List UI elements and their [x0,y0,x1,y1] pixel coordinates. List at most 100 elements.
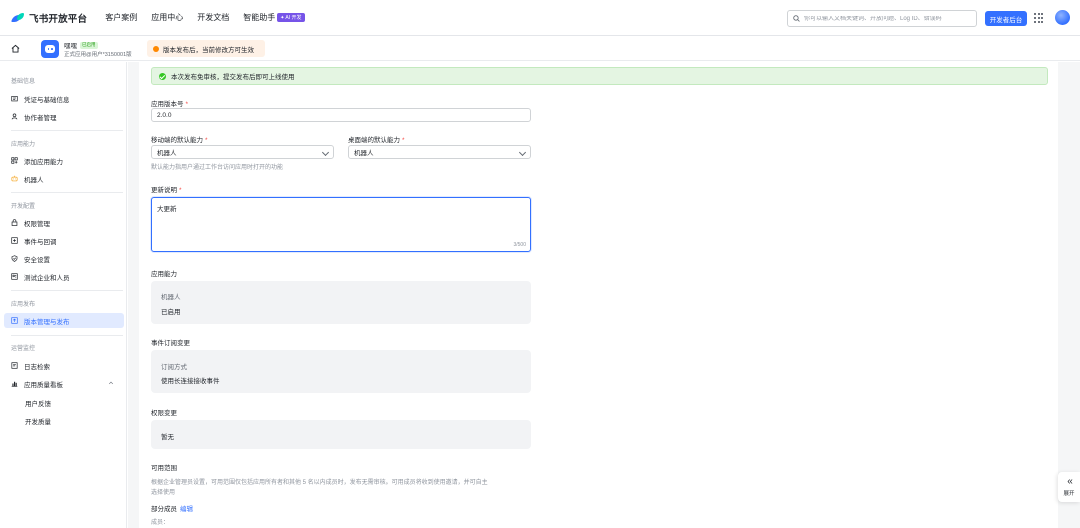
user-icon [11,113,18,120]
default-capability-hint: 默认能力指用户通过工作台访问应用时打开的功能 [151,165,284,171]
permission-box: 暂无 [151,420,531,449]
partial-members-row: 部分成员 编辑 [151,503,193,513]
nav-smart-assistant[interactable]: 智能助手 ✦ AI 开发 [243,12,305,23]
grid-plus-icon [11,157,18,164]
sidebar-divider [11,290,123,291]
members-sublabel: 成员： [151,520,170,526]
nav-customer-cases[interactable]: 客户案例 [105,12,137,23]
event-box: 订阅方式 使用长连接接收事件 [151,350,531,393]
sidebar-divider [11,335,123,336]
sidebar [0,62,127,528]
version-icon [11,317,18,324]
shield-icon [11,255,18,262]
sidebar-item-test-tenants[interactable]: 测试企业和人员 [4,269,124,284]
required-mark: * [205,137,208,144]
mobile-default-select[interactable]: 机器人 [151,145,334,159]
sidebar-item-security[interactable]: 安全设置 [4,251,124,266]
app-status-badge: 已启用 [80,41,98,49]
double-chevron-left-icon: « [1067,476,1072,487]
expand-panel-button[interactable]: « 展开 [1058,472,1080,502]
sidebar-item-label: 添加应用能力 [24,158,63,166]
id-card-icon [11,96,18,102]
sidebar-item-label: 机器人 [24,176,44,184]
lock-icon [11,219,18,226]
sidebar-item-permissions[interactable]: 权限管理 [4,215,124,230]
sidebar-item-credentials[interactable]: 凭证与基础信息 [4,91,124,106]
app-robot-icon [41,40,59,58]
chevron-down-icon [321,148,330,156]
search-icon [793,15,800,22]
test-tenant-icon [11,273,18,280]
event-value: 使用长连接接收事件 [161,378,220,385]
ai-badge: ✦ AI 开发 [277,13,305,22]
check-circle-icon [159,72,166,80]
capability-value: 已启用 [161,309,181,316]
sidebar-item-events[interactable]: 事件与回调 [4,233,124,248]
bar-chart-icon [11,381,18,387]
required-mark: * [185,101,189,108]
sidebar-subitem-user-feedback[interactable]: 用户反馈 [25,398,51,408]
search-box[interactable] [787,10,977,27]
sidebar-item-label: 日志检索 [24,363,50,371]
chevron-up-icon[interactable] [108,380,114,386]
nav-app-center[interactable]: 应用中心 [151,12,183,23]
sidebar-item-label: 事件与回调 [24,238,57,246]
app-grid-icon[interactable] [1034,13,1044,23]
sidebar-item-log-search[interactable]: 日志检索 [4,358,124,373]
edit-members-link[interactable]: 编辑 [180,506,193,513]
update-notes-label: 更新说明 * [151,184,182,194]
update-notes-textarea[interactable]: 大更新 3/500 [151,197,531,252]
developer-console-button[interactable]: 开发者后台 [985,11,1027,26]
sparkle-icon: ✦ [280,14,285,21]
sidebar-subitem-dev-quality[interactable]: 开发质量 [25,416,51,426]
mobile-default-label-text: 移动端的默认能力 [151,137,203,144]
feishu-logo-icon [11,12,25,23]
sidebar-item-quality-dashboard[interactable]: 应用质量看板 [4,376,124,391]
sidebar-item-robot[interactable]: 机器人 [4,171,124,186]
brand-name: 飞书开放平台 [29,13,88,25]
desktop-default-select[interactable]: 机器人 [348,145,531,159]
top-nav: 客户案例 应用中心 开发文档 智能助手 ✦ AI 开发 [105,12,318,23]
sidebar-item-version-management[interactable]: 版本管理与发布 [4,313,124,328]
robot-icon [11,175,18,182]
ai-badge-text: AI 开发 [285,15,302,21]
desktop-default-value: 机器人 [354,150,374,157]
event-icon [11,237,18,244]
sidebar-item-label: 应用质量看板 [24,381,63,389]
sidebar-divider [11,130,123,131]
chevron-down-icon [518,148,527,156]
required-mark: * [179,187,182,194]
partial-members-label: 部分成员 [151,506,177,513]
permission-value: 暂无 [161,434,174,441]
sidebar-item-add-capability[interactable]: 添加应用能力 [4,153,124,168]
brand-logo[interactable]: 飞书开放平台 [11,11,88,25]
scrollbar-track[interactable] [1060,62,1066,528]
nav-dev-docs[interactable]: 开发文档 [197,12,229,23]
user-avatar[interactable] [1055,10,1070,25]
expand-label: 展开 [1063,491,1075,497]
app-description: 正式应用@用户*3150001版 [64,52,132,58]
version-label-text: 应用版本号 [151,101,184,108]
sidebar-section-publish: 应用发布 [11,302,36,308]
desktop-default-label-text: 桌面端的默认能力 [348,137,400,144]
sidebar-item-label: 凭证与基础信息 [24,96,70,104]
sidebar-section-monitoring: 运营监控 [11,346,36,352]
capability-box: 机器人 已启用 [151,281,531,324]
version-label: 应用版本号 * [151,98,188,108]
sidebar-section-basic: 基础信息 [11,79,36,85]
scope-section-label: 可用范围 [151,465,177,472]
char-counter: 3/500 [513,242,526,248]
sidebar-item-label: 安全设置 [24,256,50,264]
sidebar-item-label: 版本管理与发布 [24,318,70,326]
sidebar-item-label: 权限管理 [24,220,50,228]
sidebar-item-collaborators[interactable]: 协作者管理 [4,109,124,124]
mobile-default-label: 移动端的默认能力 * [151,134,208,144]
search-input[interactable] [804,15,974,22]
version-input[interactable]: 2.0.0 [151,108,531,122]
sidebar-section-dev-config: 开发配置 [11,204,36,210]
home-icon[interactable] [11,44,20,53]
scope-description-line2: 选择使用 [151,490,176,496]
sidebar-item-label: 测试企业和人员 [24,274,70,282]
capability-section-label: 应用能力 [151,271,177,278]
success-notice-text: 本次发布免审核，提交发布后即可上线使用 [171,74,295,81]
